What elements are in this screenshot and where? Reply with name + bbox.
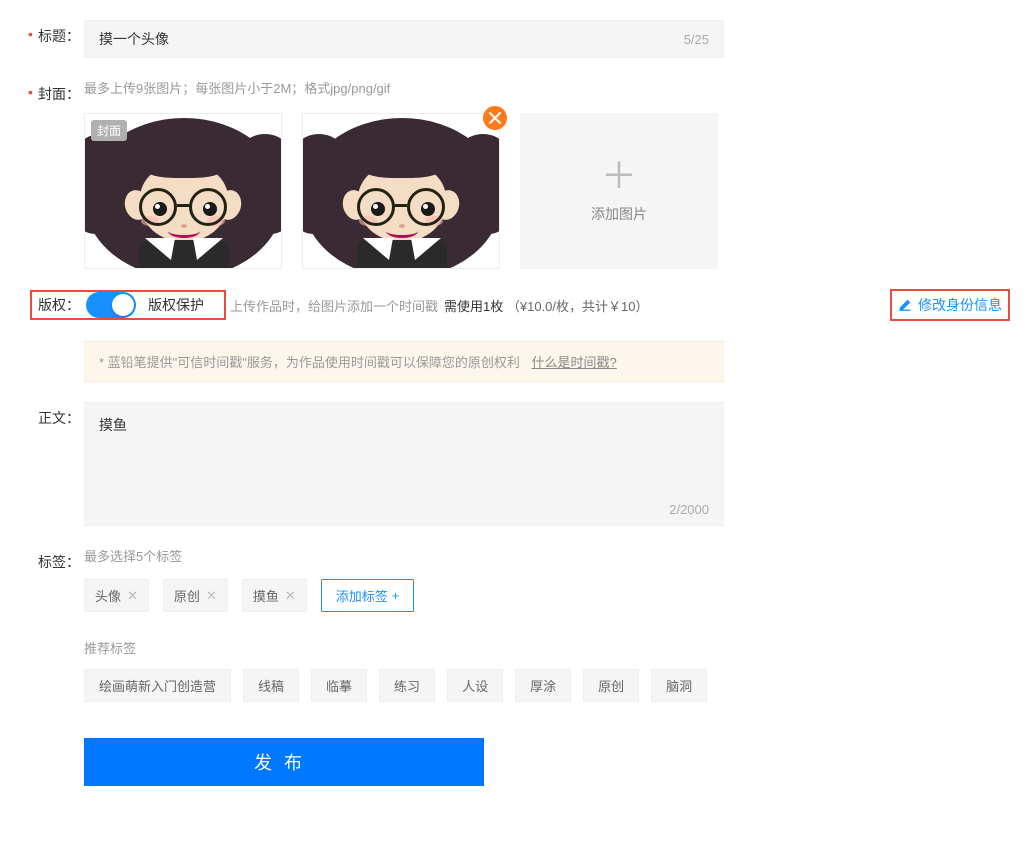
timestamp-info-link[interactable]: 什么是时间戳? [532, 355, 617, 370]
recommended-tags-label: 推荐标签 [84, 638, 992, 657]
copyright-switch-label: 版权保护 [148, 295, 204, 315]
copyright-label: 版权： [32, 295, 86, 315]
content-textarea-wrap[interactable]: 2/2000 [84, 402, 724, 526]
recommended-tag[interactable]: 原创 [583, 669, 639, 702]
title-label: 标题： [0, 20, 84, 46]
cover-image-2[interactable] [302, 113, 500, 269]
recommended-tag[interactable]: 绘画萌新入门创造营 [84, 669, 231, 702]
plus-icon: + [392, 588, 400, 603]
recommended-tag[interactable]: 厚涂 [515, 669, 571, 702]
cover-help: 最多上传9张图片；每张图片小于2M；格式jpg/png/gif [84, 78, 992, 97]
recommended-tag[interactable]: 练习 [379, 669, 435, 702]
tag-item: 头像✕ [84, 579, 149, 612]
edit-icon [898, 298, 912, 312]
remove-tag-icon[interactable]: ✕ [127, 588, 138, 604]
title-counter: 5/25 [684, 32, 709, 47]
recommended-tag[interactable]: 人设 [447, 669, 503, 702]
cover-image-1[interactable]: 封面 [84, 113, 282, 269]
add-tag-button[interactable]: 添加标签+ [321, 579, 415, 612]
title-input-wrap[interactable]: 5/25 [84, 20, 724, 58]
content-label: 正文： [0, 402, 84, 428]
add-image-label: 添加图片 [591, 204, 647, 224]
content-textarea[interactable] [99, 415, 709, 505]
recommended-tag[interactable]: 脑洞 [651, 669, 707, 702]
recommended-tag[interactable]: 线稿 [243, 669, 299, 702]
copyright-cost: 需使用1枚 （¥10.0/枚，共计￥10） [444, 296, 648, 315]
edit-identity-link[interactable]: 修改身份信息 [898, 295, 1002, 315]
close-icon [489, 112, 501, 124]
recommended-tag[interactable]: 临摹 [311, 669, 367, 702]
add-image-button[interactable]: ＋ 添加图片 [520, 113, 718, 269]
tag-item: 摸鱼✕ [242, 579, 307, 612]
copyright-toggle[interactable] [86, 292, 136, 318]
publish-button[interactable]: 发布 [84, 738, 484, 786]
copyright-tip: * 蓝铅笔提供"可信时间戳"服务，为作品使用时间戳可以保障您的原创权利 什么是时… [84, 341, 724, 382]
tags-help: 最多选择5个标签 [84, 546, 992, 565]
tags-label: 标签： [0, 546, 84, 572]
content-counter: 2/2000 [669, 502, 709, 517]
remove-tag-icon[interactable]: ✕ [285, 588, 296, 604]
copyright-hint: 上传作品时，给图片添加一个时间戳 [230, 296, 438, 315]
cover-badge: 封面 [91, 120, 127, 141]
delete-image-button[interactable] [483, 106, 507, 130]
tag-item: 原创✕ [163, 579, 228, 612]
plus-icon: ＋ [601, 158, 637, 194]
cover-label: 封面： [0, 78, 84, 104]
remove-tag-icon[interactable]: ✕ [206, 588, 217, 604]
title-input[interactable] [99, 31, 684, 47]
